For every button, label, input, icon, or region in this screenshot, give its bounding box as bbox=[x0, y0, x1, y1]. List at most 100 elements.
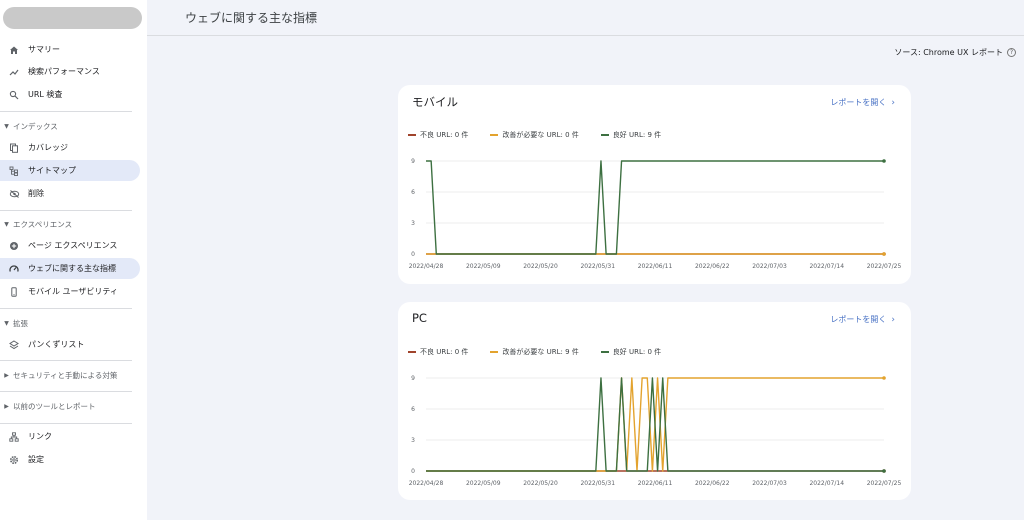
sidebar-item-label: ページ エクスペリエンス bbox=[28, 241, 118, 250]
sidebar-item-summary[interactable]: サマリー bbox=[0, 39, 140, 60]
sidebar-item-label: サマリー bbox=[28, 45, 60, 54]
x-tick-label: 2022/04/28 bbox=[409, 480, 444, 487]
y-tick-label: 3 bbox=[411, 220, 415, 227]
section-header-experience[interactable]: ▼ エクスペリエンス bbox=[0, 216, 140, 232]
series-endpoint-needs_improvement bbox=[882, 376, 886, 380]
layers-icon bbox=[0, 339, 28, 350]
y-tick-label: 6 bbox=[411, 406, 415, 413]
y-tick-label: 6 bbox=[411, 189, 415, 196]
sitemap-icon bbox=[0, 166, 28, 176]
x-tick-label: 2022/05/20 bbox=[523, 263, 558, 270]
property-selector[interactable] bbox=[3, 7, 142, 29]
x-tick-label: 2022/07/25 bbox=[867, 263, 902, 270]
sidebar-item-breadcrumbs[interactable]: パンくずリスト bbox=[0, 334, 140, 355]
sidebar-item-sitemap[interactable]: サイトマップ bbox=[0, 160, 140, 181]
sidebar-divider bbox=[0, 360, 132, 361]
links-icon bbox=[0, 431, 28, 442]
trending-up-icon bbox=[0, 67, 28, 77]
section-header-security[interactable]: ▶ セキュリティと手動による対策 bbox=[0, 367, 140, 383]
sidebar-item-mobile-usability[interactable]: モバイル ユーザビリティ bbox=[0, 281, 140, 302]
sidebar-item-page-experience[interactable]: ページ エクスペリエンス bbox=[0, 235, 140, 256]
sidebar-item-label: モバイル ユーザビリティ bbox=[28, 287, 118, 296]
series-endpoint-needs_improvement bbox=[882, 252, 886, 256]
sidebar-item-settings[interactable]: 設定 bbox=[0, 449, 140, 470]
section-label: 以前のツールとレポート bbox=[13, 401, 96, 411]
sidebar-item-label: 検索パフォーマンス bbox=[28, 67, 100, 76]
pc-card: PC レポートを開く › 不良 URL: 0 件 改善が必要な URL: 9 件… bbox=[398, 302, 911, 500]
section-label: 拡張 bbox=[13, 318, 28, 328]
x-tick-label: 2022/05/31 bbox=[580, 480, 615, 487]
x-tick-label: 2022/05/20 bbox=[523, 480, 558, 487]
section-label: セキュリティと手動による対策 bbox=[13, 370, 118, 380]
sidebar-item-label: カバレッジ bbox=[28, 143, 68, 152]
x-tick-label: 2022/06/22 bbox=[695, 263, 730, 270]
caret-right-icon: ▶ bbox=[4, 371, 9, 379]
sidebar-item-removals[interactable]: 削除 bbox=[0, 183, 140, 204]
sidebar-divider bbox=[0, 423, 132, 424]
section-label: インデックス bbox=[13, 121, 58, 131]
y-tick-label: 0 bbox=[411, 468, 415, 475]
sidebar-item-links[interactable]: リンク bbox=[0, 426, 140, 447]
speed-icon bbox=[0, 264, 28, 274]
caret-right-icon: ▶ bbox=[4, 402, 9, 410]
smartphone-icon bbox=[0, 286, 28, 297]
help-icon[interactable]: ? bbox=[1007, 48, 1016, 57]
x-tick-label: 2022/06/11 bbox=[638, 263, 673, 270]
sidebar: サマリー 検索パフォーマンス URL 検査 ▼ インデックス カバレッジ サイト… bbox=[0, 0, 147, 520]
sidebar-divider bbox=[0, 308, 132, 309]
caret-down-icon: ▼ bbox=[4, 220, 9, 228]
x-tick-label: 2022/04/28 bbox=[409, 263, 444, 270]
mobile-chart: 0 3 6 9 2022/04/28 2022/05/09 2022/05/20 2022/0… bbox=[409, 158, 902, 270]
sidebar-item-label: リンク bbox=[28, 432, 52, 441]
caret-down-icon: ▼ bbox=[4, 319, 9, 327]
search-icon bbox=[0, 90, 28, 100]
sidebar-divider bbox=[0, 391, 132, 392]
section-label: エクスペリエンス bbox=[13, 219, 73, 229]
series-endpoint-good bbox=[882, 159, 886, 163]
pc-chart: 0 3 6 9 2022/04/28 2022/05/09 2022/05/20 2022/0… bbox=[409, 375, 902, 487]
sidebar-item-label: サイトマップ bbox=[28, 166, 76, 175]
sidebar-item-coverage[interactable]: カバレッジ bbox=[0, 137, 140, 158]
section-header-legacy-tools[interactable]: ▶ 以前のツールとレポート bbox=[0, 398, 140, 414]
sidebar-item-url-inspection[interactable]: URL 検査 bbox=[0, 84, 140, 105]
sidebar-divider bbox=[0, 210, 132, 211]
sidebar-item-performance[interactable]: 検索パフォーマンス bbox=[0, 61, 140, 82]
sidebar-item-label: 設定 bbox=[28, 455, 44, 464]
x-tick-label: 2022/07/03 bbox=[752, 263, 787, 270]
series-line-good bbox=[426, 160, 884, 255]
caret-down-icon: ▼ bbox=[4, 122, 9, 130]
x-tick-label: 2022/07/25 bbox=[867, 480, 902, 487]
visibility-off-icon bbox=[0, 189, 28, 199]
sidebar-item-label: ウェブに関する主な指標 bbox=[28, 264, 116, 273]
gear-icon bbox=[0, 455, 28, 465]
x-tick-label: 2022/07/03 bbox=[752, 480, 787, 487]
home-icon bbox=[0, 45, 28, 55]
x-tick-label: 2022/07/14 bbox=[809, 263, 844, 270]
series-endpoint-good bbox=[882, 469, 886, 473]
source-note: ソース: Chrome UX レポート ? bbox=[894, 47, 1016, 58]
sidebar-divider bbox=[0, 111, 132, 112]
plus-circle-icon bbox=[0, 241, 28, 251]
sidebar-item-label: URL 検査 bbox=[28, 90, 63, 99]
section-header-enhancements[interactable]: ▼ 拡張 bbox=[0, 315, 140, 331]
series-line-good bbox=[426, 377, 884, 472]
x-tick-label: 2022/05/09 bbox=[466, 263, 501, 270]
sidebar-item-core-web-vitals[interactable]: ウェブに関する主な指標 bbox=[0, 258, 140, 279]
x-tick-label: 2022/07/14 bbox=[809, 480, 844, 487]
y-tick-label: 3 bbox=[411, 437, 415, 444]
y-tick-label: 9 bbox=[411, 158, 415, 165]
sidebar-item-label: パンくずリスト bbox=[28, 340, 85, 349]
x-tick-label: 2022/06/11 bbox=[638, 480, 673, 487]
x-tick-label: 2022/05/31 bbox=[580, 263, 615, 270]
y-tick-label: 9 bbox=[411, 375, 415, 382]
mobile-card: モバイル レポートを開く › 不良 URL: 0 件 改善が必要な URL: 0… bbox=[398, 85, 911, 284]
page-title: ウェブに関する主な指標 bbox=[185, 11, 318, 25]
x-tick-label: 2022/06/22 bbox=[695, 480, 730, 487]
y-tick-label: 0 bbox=[411, 251, 415, 258]
source-label: ソース: Chrome UX レポート bbox=[894, 48, 1003, 57]
x-tick-label: 2022/05/09 bbox=[466, 480, 501, 487]
section-header-index[interactable]: ▼ インデックス bbox=[0, 118, 140, 134]
file-copy-icon bbox=[0, 143, 28, 153]
sidebar-item-label: 削除 bbox=[28, 189, 44, 198]
top-bar: ウェブに関する主な指標 bbox=[147, 0, 1024, 36]
